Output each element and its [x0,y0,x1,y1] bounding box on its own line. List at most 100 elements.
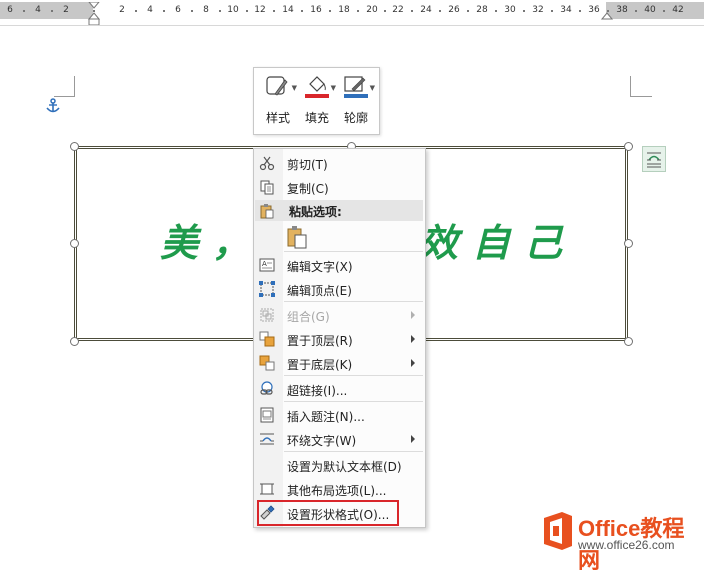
ruler-tick-label: 26 [448,5,460,15]
ruler-tick-mark [163,10,165,12]
bring-to-front-icon [259,331,275,347]
style-label: 样式 [265,111,290,125]
fill-label: 填充 [304,111,329,125]
submenu-arrow-icon [411,359,415,367]
ruler-tick-label: 32 [532,5,544,15]
resize-handle-middle-left[interactable] [70,239,79,248]
ruler-tick-mark [23,10,25,12]
menu-item-wrap-text[interactable]: 环绕文字(W) [254,427,425,451]
fill-button[interactable]: ▼ 填充 [298,72,336,128]
page-corner-mark-left [54,96,74,97]
ruler-tick-mark [191,10,193,12]
ruler-tick-label: 42 [672,5,684,15]
menu-item-copy[interactable]: 复制(C) [254,175,425,199]
paste-keep-source-button[interactable] [254,223,425,251]
ruler-tick-mark [246,10,248,12]
menu-item-edit-text[interactable]: A 编辑文字(X) [254,253,425,277]
menu-label: 剪切(T) [287,158,328,172]
menu-label: 设置为默认文本框(D) [287,460,402,474]
watermark-logo: Office教程网 www.office26.com [540,508,704,573]
ruler-tick-label: 20 [366,5,378,15]
resize-handle-middle-right[interactable] [624,239,633,248]
paste-options-header: 粘贴选项: [255,200,423,221]
menu-label: 复制(C) [287,182,329,196]
menu-label: 编辑文字(X) [287,260,353,274]
menu-label: 环绕文字(W) [287,434,357,448]
send-to-back-icon [259,355,275,371]
shape-text-left: 美， [160,220,265,265]
ruler-tick-mark [357,10,359,12]
ruler-tick-label: 14 [282,5,294,15]
group-icon [260,308,274,322]
menu-separator [284,451,423,452]
outline-button[interactable]: ▼ 轮廓 [337,72,375,128]
ruler-tick-mark [467,10,469,12]
ruler-tick-label: 6 [175,5,181,15]
layout-options-button[interactable] [642,146,666,172]
ruler-tick-mark [329,10,331,12]
anchor-icon [46,98,60,113]
mini-toolbar: ▼ 样式 ▼ 填充 ▼ 轮廓 [253,67,380,135]
ruler-tick-label: 2 [63,5,69,15]
menu-item-edit-points[interactable]: 编辑顶点(E) [254,277,425,301]
chevron-down-icon: ▼ [291,84,297,92]
ruler-tick-mark [51,10,53,12]
context-menu: 剪切(T) 复制(C) 粘贴选项: A 编辑文字(X) 编辑顶点(E) 组合(G… [253,148,426,528]
resize-handle-bottom-left[interactable] [70,337,79,346]
ruler-tick-label: 30 [504,5,516,15]
chevron-down-icon: ▼ [330,84,336,92]
ruler-tick-mark [551,10,553,12]
ruler-tick-label: 22 [392,5,404,15]
ruler-tick-mark [301,10,303,12]
ruler-tick-label: 38 [616,5,628,15]
ruler-tick-label: 28 [476,5,488,15]
ruler-tick-mark [219,10,221,12]
hyperlink-icon [260,381,273,395]
menu-label: 其他布局选项(L)... [287,484,387,498]
menu-label: 粘贴选项: [289,205,342,219]
menu-separator [284,401,423,402]
menu-separator [284,251,423,252]
right-indent-marker-icon[interactable] [601,12,613,22]
ruler-tick-mark [663,10,665,12]
submenu-arrow-icon [411,435,415,443]
ruler-tick-mark [495,10,497,12]
edit-points-icon [259,281,275,297]
menu-label: 组合(G) [287,310,330,324]
chevron-down-icon: ▼ [369,84,375,92]
ruler-tick-label: 10 [227,5,239,15]
menu-separator [284,301,423,302]
menu-item-insert-caption[interactable]: 插入题注(N)... [254,403,425,427]
wrap-layout-icon [647,152,661,168]
scissors-icon [259,156,275,171]
menu-item-send-to-back[interactable]: 置于底层(K) [254,351,425,375]
outline-pen-icon [344,76,368,98]
ruler-divider [0,25,704,26]
resize-handle-top-left[interactable] [70,142,79,151]
page-corner-mark-right [630,96,652,97]
ruler-tick-label: 18 [338,5,350,15]
menu-item-group[interactable]: 组合(G) [254,303,425,327]
ruler-tick-mark [439,10,441,12]
ruler-tick-mark [411,10,413,12]
edit-text-icon: A [259,258,275,272]
menu-item-hyperlink[interactable]: 超链接(I)... [254,377,425,401]
resize-handle-bottom-right[interactable] [624,337,633,346]
menu-item-cut[interactable]: 剪切(T) [254,151,425,175]
outline-label: 轮廓 [343,111,368,125]
ruler-tick-mark [273,10,275,12]
menu-item-bring-to-front[interactable]: 置于顶层(R) [254,327,425,351]
ruler-tick-mark [579,10,581,12]
fill-bucket-icon [305,76,329,98]
horizontal-ruler[interactable]: 6 4 2 2 4 6 8 10 12 14 16 18 20 22 24 26 28 30 32 34 36 38 40 4… [0,0,704,26]
menu-item-set-default-textbox[interactable]: 设置为默认文本框(D) [254,453,425,477]
resize-handle-top-right[interactable] [624,142,633,151]
submenu-arrow-icon [411,311,415,319]
menu-item-more-layout-options[interactable]: 其他布局选项(L)... [254,477,425,501]
ruler-tick-label: 6 [7,5,13,15]
menu-separator [284,375,423,376]
ruler-tick-label: 34 [560,5,572,15]
layout-options-icon [260,483,274,495]
style-button[interactable]: ▼ 样式 [259,72,297,128]
highlight-annotation-box [257,500,399,526]
